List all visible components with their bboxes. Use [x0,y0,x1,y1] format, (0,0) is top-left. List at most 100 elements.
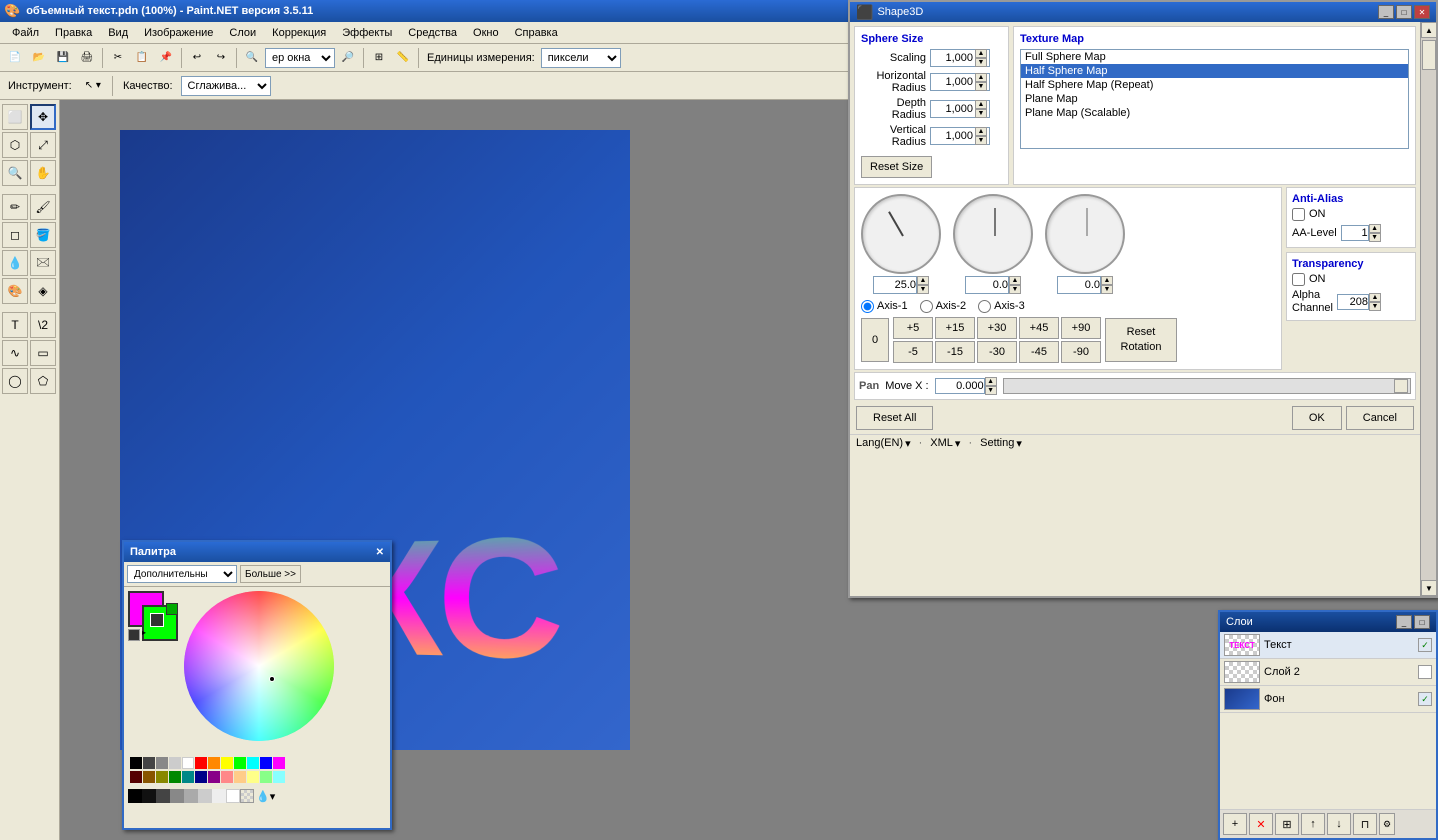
color-swatch-peach[interactable] [234,771,246,783]
reset-rotation-button[interactable]: ResetRotation [1105,318,1177,362]
tool-zoom[interactable]: 🔍 [2,160,28,186]
color-swatch-darkred[interactable] [130,771,142,783]
color-swatch-magenta[interactable] [273,757,285,769]
color-swatch-lightyellow[interactable] [247,771,259,783]
drad-down-arrow[interactable]: ▼ [975,109,987,118]
vrad-down-arrow[interactable]: ▼ [975,136,987,145]
zoom-in-button[interactable]: 🔎 [337,47,359,69]
texture-item-2[interactable]: Half Sphere Map (Repeat) [1021,78,1408,92]
drad-up-arrow[interactable]: ▲ [975,100,987,109]
rot-minus30[interactable]: -30 [977,341,1017,363]
alpha-up[interactable]: ▲ [1369,293,1381,302]
color-swatch-darkgreen[interactable] [169,771,181,783]
bottom-swatch-white[interactable] [226,789,240,803]
hrad-down-arrow[interactable]: ▼ [975,82,987,91]
move-x-input[interactable] [935,378,985,394]
scaling-value-input[interactable] [931,50,975,66]
dial-2[interactable] [953,194,1033,274]
bottom-swatch-6[interactable] [198,789,212,803]
layer-item-text[interactable]: ТЕКСТ Текст ✓ [1220,632,1436,659]
setting-button[interactable]: Setting ▾ [980,437,1022,450]
layers-minimize-button[interactable]: _ [1396,615,1412,629]
tool-clone[interactable]: 🖂 [30,250,56,276]
tool-fill[interactable]: 🪣 [30,222,56,248]
menu-image[interactable]: Изображение [136,25,221,41]
axis-3-radio[interactable] [978,300,991,313]
dial-2-up-arrow[interactable]: ▲ [1009,276,1021,285]
texture-item-0[interactable]: Full Sphere Map [1021,50,1408,64]
layer-add-button[interactable]: + [1223,813,1247,835]
tool-pan[interactable]: ✋ [30,160,56,186]
rot-plus45[interactable]: +45 [1019,317,1059,339]
palette-mode-combo[interactable]: Дополнительны [127,565,237,583]
tool-brush[interactable]: 🖌 [30,194,56,220]
tool-line[interactable]: \2 [30,312,56,338]
color-swatch-purple[interactable] [208,771,220,783]
black-swatch[interactable] [128,629,140,641]
scroll-thumb[interactable] [1422,40,1436,70]
axis-2-radio[interactable] [920,300,933,313]
ok-button[interactable]: OK [1292,406,1342,430]
cancel-button[interactable]: Cancel [1346,406,1414,430]
bottom-swatch-3[interactable] [156,789,170,803]
palette-more-button[interactable]: Больше >> [240,565,301,583]
layer-check-text[interactable]: ✓ [1418,638,1432,652]
dial-2-down-arrow[interactable]: ▼ [1009,285,1021,294]
dial-1-value-input[interactable] [873,276,917,294]
dial-3[interactable] [1045,194,1125,274]
axis-2-radio-label[interactable]: Axis-2 [920,300,967,313]
extra-color-swatch[interactable] [166,603,178,615]
color-swatch-darkblue[interactable] [195,771,207,783]
menu-layers[interactable]: Слои [221,25,264,41]
tool-text[interactable]: T [2,312,28,338]
zoom-out-button[interactable]: 🔍 [241,47,263,69]
color-swatch-brown[interactable] [143,771,155,783]
bottom-swatch-2[interactable] [142,789,156,803]
h-radius-value-input[interactable] [931,74,975,90]
color-swatch-olive[interactable] [156,771,168,783]
scroll-up-button[interactable]: ▲ [1421,22,1437,38]
tool-move[interactable]: ✥ [30,104,56,130]
bottom-swatch-transparent[interactable] [240,789,254,803]
shape3d-close-button[interactable]: ✕ [1414,5,1430,19]
scroll-track[interactable] [1421,38,1436,580]
tool-color-picker[interactable]: 💧 [2,250,28,276]
aa-level-input[interactable] [1341,225,1369,241]
layer-item-2[interactable]: Слой 2 [1220,659,1436,686]
layer-down-button[interactable]: ↓ [1327,813,1351,835]
texture-map-list[interactable]: Full Sphere Map Half Sphere Map Half Sph… [1020,49,1409,149]
menu-window[interactable]: Окно [465,25,507,41]
undo-button[interactable]: ↩ [186,47,208,69]
color-swatch-blue[interactable] [260,757,272,769]
axis-1-radio-label[interactable]: Axis-1 [861,300,908,313]
tool-move-selection[interactable]: ⤢ [30,132,56,158]
dial-1-down-arrow[interactable]: ▼ [917,285,929,294]
color-swatch-lightcyan[interactable] [273,771,285,783]
new-button[interactable]: 📄 [4,47,26,69]
xml-button[interactable]: XML ▾ [930,437,960,450]
menu-effects[interactable]: Эффекты [334,25,400,41]
layer-item-bg[interactable]: Фон ✓ [1220,686,1436,713]
texture-item-3[interactable]: Plane Map [1021,92,1408,106]
hrad-up-arrow[interactable]: ▲ [975,73,987,82]
rot-plus5[interactable]: +5 [893,317,933,339]
bottom-swatch-black[interactable] [128,789,142,803]
scroll-down-button[interactable]: ▼ [1421,580,1437,596]
layer-merge-button[interactable]: ⊓ [1353,813,1377,835]
color-swatch-teal[interactable] [182,771,194,783]
cut-button[interactable]: ✂ [107,47,129,69]
tool-curve[interactable]: ∿ [2,340,28,366]
aa-level-down[interactable]: ▼ [1369,233,1381,242]
aa-level-spin[interactable]: ▲ ▼ [1341,224,1381,242]
color-swatch-red[interactable] [195,757,207,769]
layer-check-2[interactable] [1418,665,1432,679]
bottom-swatch-7[interactable] [212,789,226,803]
menu-view[interactable]: Вид [100,25,136,41]
depth-radius-input[interactable]: ▲▼ [930,100,990,118]
print-button[interactable]: 🖨 [76,47,98,69]
texture-item-1[interactable]: Half Sphere Map [1021,64,1408,78]
color-swatch-yellow[interactable] [221,757,233,769]
axis-1-radio[interactable] [861,300,874,313]
shape3d-maximize-button[interactable]: □ [1396,5,1412,19]
scaling-up-arrow[interactable]: ▲ [975,49,987,58]
